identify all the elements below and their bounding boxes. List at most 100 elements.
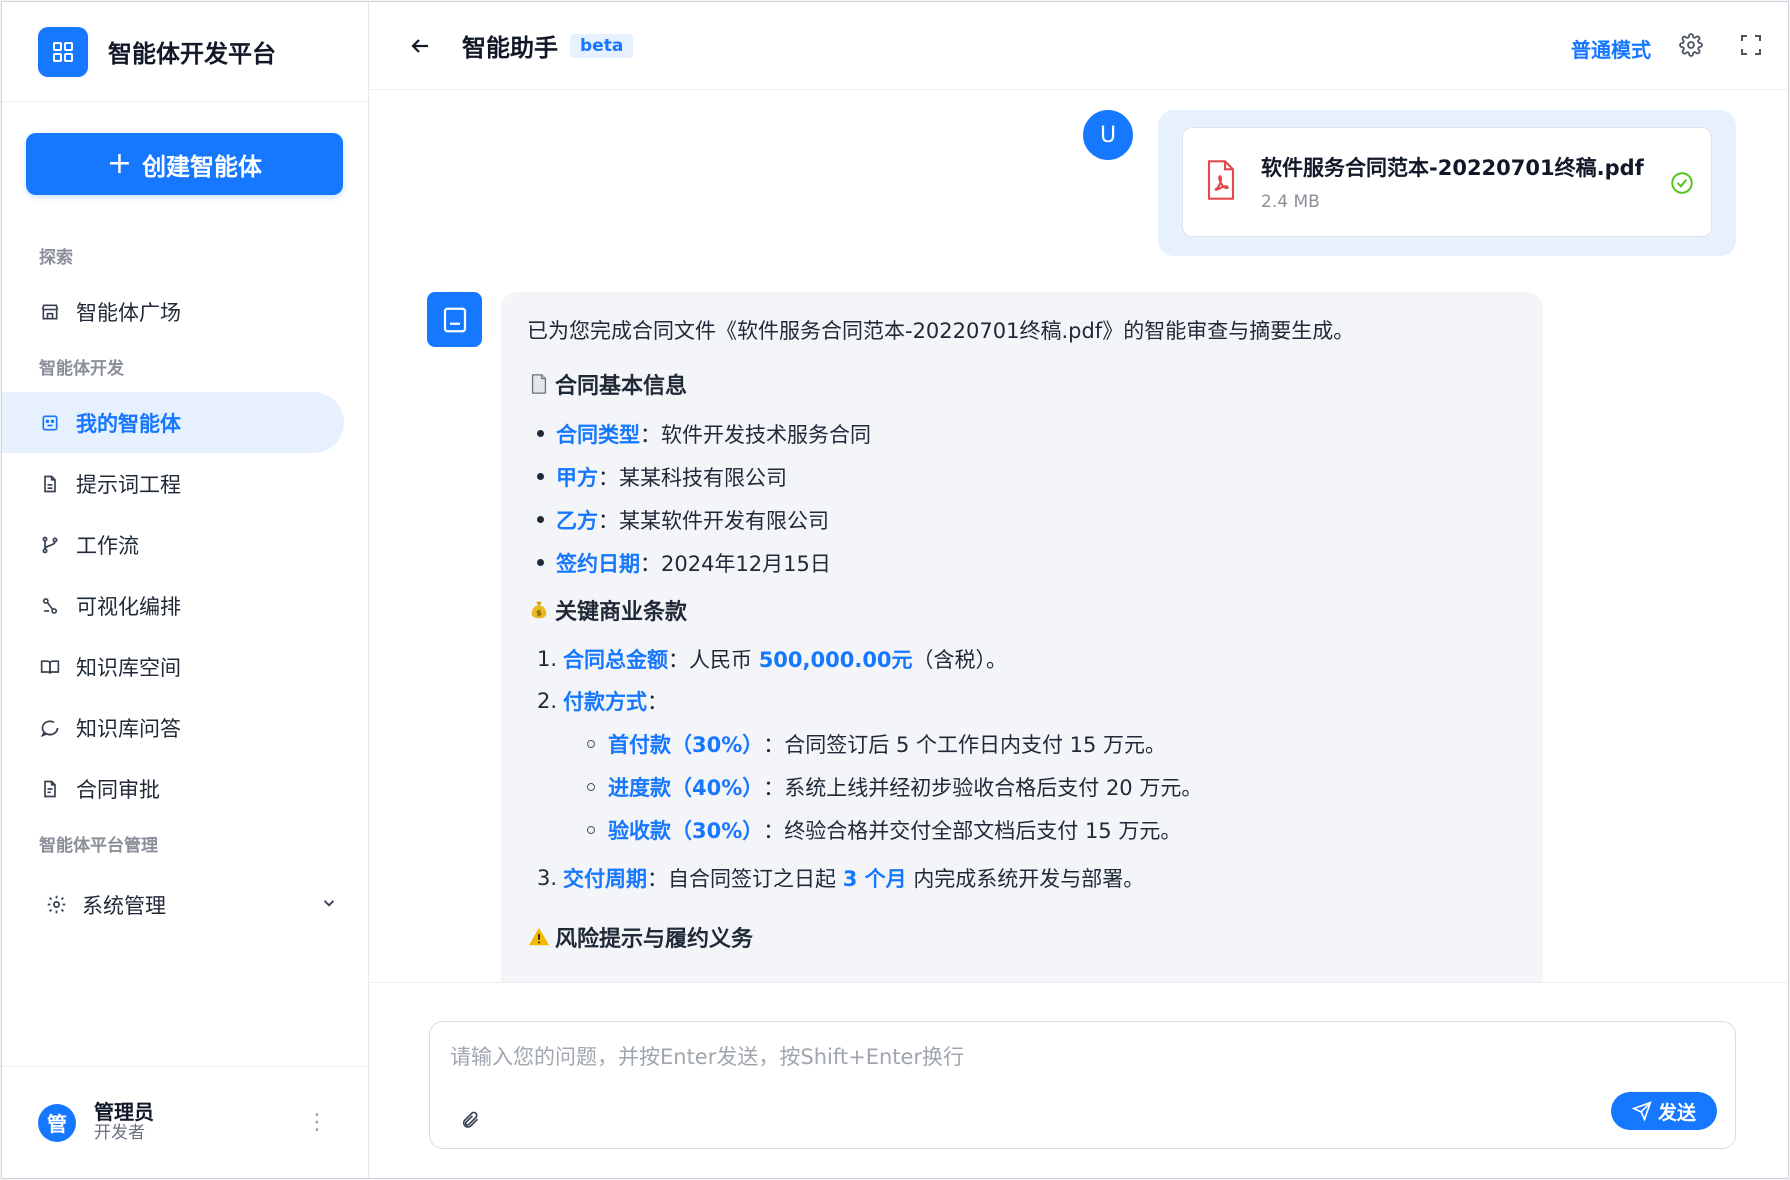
term-text: （含税）。 bbox=[912, 648, 1008, 672]
main-panel: 智能助手 beta 普通模式 U 软件服务合同范本-20220701终稿.pdf bbox=[369, 2, 1788, 1178]
chevron-down-icon[interactable] bbox=[320, 893, 338, 917]
sidebar-item-label: 工作流 bbox=[76, 533, 139, 558]
list-item: 验收款（30%）：终验合格并交付全部文档后支付 15 万元。 bbox=[587, 808, 1517, 851]
user-role: 开发者 bbox=[94, 1123, 145, 1144]
colon: ： bbox=[647, 690, 668, 714]
info-value: 某某科技有限公司 bbox=[619, 465, 787, 490]
list-item: 2. 付款方式： bbox=[527, 680, 1517, 722]
gear-icon bbox=[45, 894, 67, 916]
sidebar-item-label: 知识库问答 bbox=[76, 716, 181, 741]
create-agent-label: 创建智能体 bbox=[142, 152, 263, 181]
list-item: 乙方：某某软件开发有限公司 bbox=[527, 498, 1517, 541]
term-text: 人民币 bbox=[689, 648, 752, 672]
payment-value: 系统上线并经初步验收合格后支付 20 万元。 bbox=[784, 775, 1203, 800]
sidebar-item-label: 合同审批 bbox=[76, 777, 160, 802]
list-item: 合同类型：软件开发技术服务合同 bbox=[527, 412, 1517, 455]
pdf-file-icon bbox=[1205, 160, 1237, 204]
app-name: 智能体开发平台 bbox=[108, 40, 276, 68]
sidebar-item-system-management[interactable]: 系统管理 bbox=[2, 874, 344, 935]
grid-logo-icon bbox=[38, 26, 88, 77]
sidebar-item-my-agents[interactable]: 我的智能体 bbox=[2, 392, 344, 453]
section-title-text: 风险提示与履约义务 bbox=[555, 927, 754, 952]
sidebar-item-knowledge-space[interactable]: 知识库空间 bbox=[2, 636, 344, 697]
branch-icon bbox=[39, 534, 61, 556]
file-attachment-card[interactable]: 软件服务合同范本-20220701终稿.pdf 2.4 MB bbox=[1182, 127, 1712, 237]
send-icon bbox=[1631, 1101, 1652, 1121]
sidebar-item-visual-orchestration[interactable]: 可视化编排 bbox=[2, 575, 344, 636]
info-key: 甲方 bbox=[556, 465, 598, 490]
sidebar-item-contract-approval[interactable]: 合同审批 bbox=[2, 758, 344, 819]
info-value: 2024年12月15日 bbox=[661, 551, 831, 576]
file-name: 软件服务合同范本-20220701终稿.pdf bbox=[1261, 156, 1644, 180]
mode-toggle-link[interactable]: 普通模式 bbox=[1571, 34, 1651, 63]
list-item: 进度款（40%）：系统上线并经初步验收合格后支付 20 万元。 bbox=[587, 765, 1517, 808]
sidebar-item-label: 我的智能体 bbox=[76, 411, 181, 436]
colon: ： bbox=[763, 732, 785, 757]
colon: ： bbox=[763, 818, 785, 843]
back-arrow-icon[interactable] bbox=[405, 31, 435, 61]
sidebar-item-label: 知识库空间 bbox=[76, 655, 181, 680]
document-icon bbox=[39, 473, 61, 495]
term-key: 交付周期 bbox=[563, 867, 647, 891]
list-number: 1. bbox=[536, 647, 557, 671]
user-profile[interactable]: 管 管理员 开发者 ⋮ bbox=[2, 1066, 368, 1178]
sidebar-item-knowledge-qa[interactable]: 知识库问答 bbox=[2, 697, 344, 758]
list-item: 1. 合同总金额： 人民币 500,000.00元 （含税）。 bbox=[527, 638, 1517, 680]
colon: ： bbox=[598, 465, 619, 490]
top-bar: 智能助手 beta 普通模式 bbox=[369, 2, 1788, 90]
colon: ： bbox=[763, 775, 785, 800]
payment-key: 首付款（30%） bbox=[608, 732, 764, 757]
term-text: 内完成系统开发与部署。 bbox=[913, 867, 1145, 891]
payment-value: 终验合格并交付全部文档后支付 15 万元。 bbox=[784, 818, 1182, 843]
colon: ： bbox=[647, 867, 668, 891]
send-button[interactable]: 发送 bbox=[1611, 1092, 1717, 1130]
section-terms-title: $ 关键商业条款 bbox=[527, 594, 1517, 626]
payment-value: 合同签订后 5 个工作日内支付 15 万元。 bbox=[784, 732, 1167, 757]
payment-key: 进度款（40%） bbox=[608, 775, 764, 800]
basic-info-list: 合同类型：软件开发技术服务合同 甲方：某某科技有限公司 乙方：某某软件开发有限公… bbox=[527, 412, 1517, 584]
flow-icon bbox=[39, 595, 61, 617]
file-size: 2.4 MB bbox=[1261, 192, 1320, 212]
info-key: 乙方 bbox=[556, 508, 598, 533]
fullscreen-icon[interactable] bbox=[1738, 32, 1764, 58]
sidebar-item-prompt-engineering[interactable]: 提示词工程 bbox=[2, 453, 344, 514]
message-input[interactable] bbox=[450, 1042, 1550, 1072]
chat-area[interactable]: U 软件服务合同范本-20220701终稿.pdf 2.4 MB 已为您完成合同… bbox=[369, 91, 1788, 983]
term-text: 自合同签订之日起 bbox=[668, 867, 836, 891]
message-composer: 发送 bbox=[429, 1021, 1736, 1149]
create-agent-button[interactable]: + 创建智能体 bbox=[26, 133, 343, 195]
sidebar-item-label: 系统管理 bbox=[82, 893, 166, 918]
section-label-platform-admin: 智能体平台管理 bbox=[39, 836, 158, 856]
more-vertical-icon[interactable]: ⋮ bbox=[306, 1110, 328, 1135]
sidebar-item-label: 提示词工程 bbox=[76, 472, 181, 497]
list-item: 3. 交付周期： 自合同签订之日起 3 个月 内完成系统开发与部署。 bbox=[527, 857, 1517, 899]
store-icon bbox=[39, 301, 61, 323]
sidebar-item-agent-plaza[interactable]: 智能体广场 bbox=[2, 281, 344, 342]
user-avatar: U bbox=[1083, 110, 1133, 160]
sidebar-item-workflow[interactable]: 工作流 bbox=[2, 514, 344, 575]
sidebar: 智能体开发平台 + 创建智能体 探索 智能体广场 智能体开发 我的智能体 提示词… bbox=[2, 2, 369, 1178]
file-icon bbox=[39, 778, 61, 800]
section-label-explore: 探索 bbox=[39, 248, 73, 268]
reply-intro: 已为您完成合同文件《软件服务合同范本-20220701终稿.pdf》的智能审查与… bbox=[527, 319, 1355, 343]
chat-icon bbox=[39, 717, 61, 739]
plus-icon: + bbox=[106, 146, 133, 181]
file-info: 软件服务合同范本-20220701终稿.pdf 2.4 MB bbox=[1261, 152, 1644, 212]
avatar: 管 bbox=[38, 1103, 76, 1142]
settings-gear-icon[interactable] bbox=[1678, 32, 1704, 58]
check-circle-icon bbox=[1669, 170, 1695, 200]
section-title-text: 合同基本信息 bbox=[555, 374, 688, 399]
paperclip-icon[interactable] bbox=[458, 1108, 482, 1132]
payment-sublist: 首付款（30%）：合同签订后 5 个工作日内支付 15 万元。 进度款（40%）… bbox=[587, 722, 1517, 851]
section-title-text: 关键商业条款 bbox=[555, 600, 688, 625]
brand: 智能体开发平台 bbox=[2, 2, 368, 102]
user-name: 管理员 bbox=[94, 1100, 154, 1125]
term-amount: 500,000.00元 bbox=[758, 648, 913, 672]
colon: ： bbox=[640, 551, 661, 576]
section-label-dev: 智能体开发 bbox=[39, 359, 124, 379]
section-basic-info-title: 合同基本信息 bbox=[527, 368, 1517, 400]
list-item: 甲方：某某科技有限公司 bbox=[527, 455, 1517, 498]
